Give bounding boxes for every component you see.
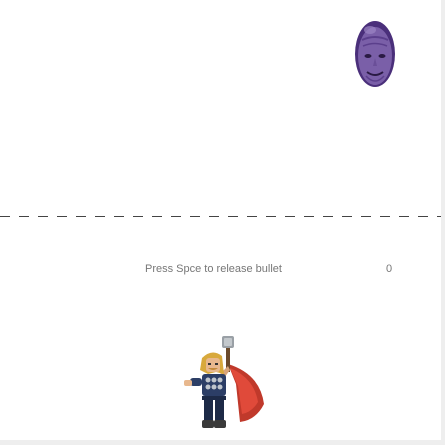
instruction-text: Press Spce to release bullet — [145, 263, 282, 275]
canvas-border-bottom — [0, 440, 445, 445]
game-canvas[interactable]: Press Spce to release bullet 0 — [0, 0, 445, 445]
score-counter: 0 — [386, 263, 393, 275]
field-divider — [0, 216, 441, 217]
enemy-thanos-icon — [355, 21, 395, 87]
canvas-border-right — [441, 0, 445, 445]
player-thor-icon[interactable] — [180, 334, 266, 432]
